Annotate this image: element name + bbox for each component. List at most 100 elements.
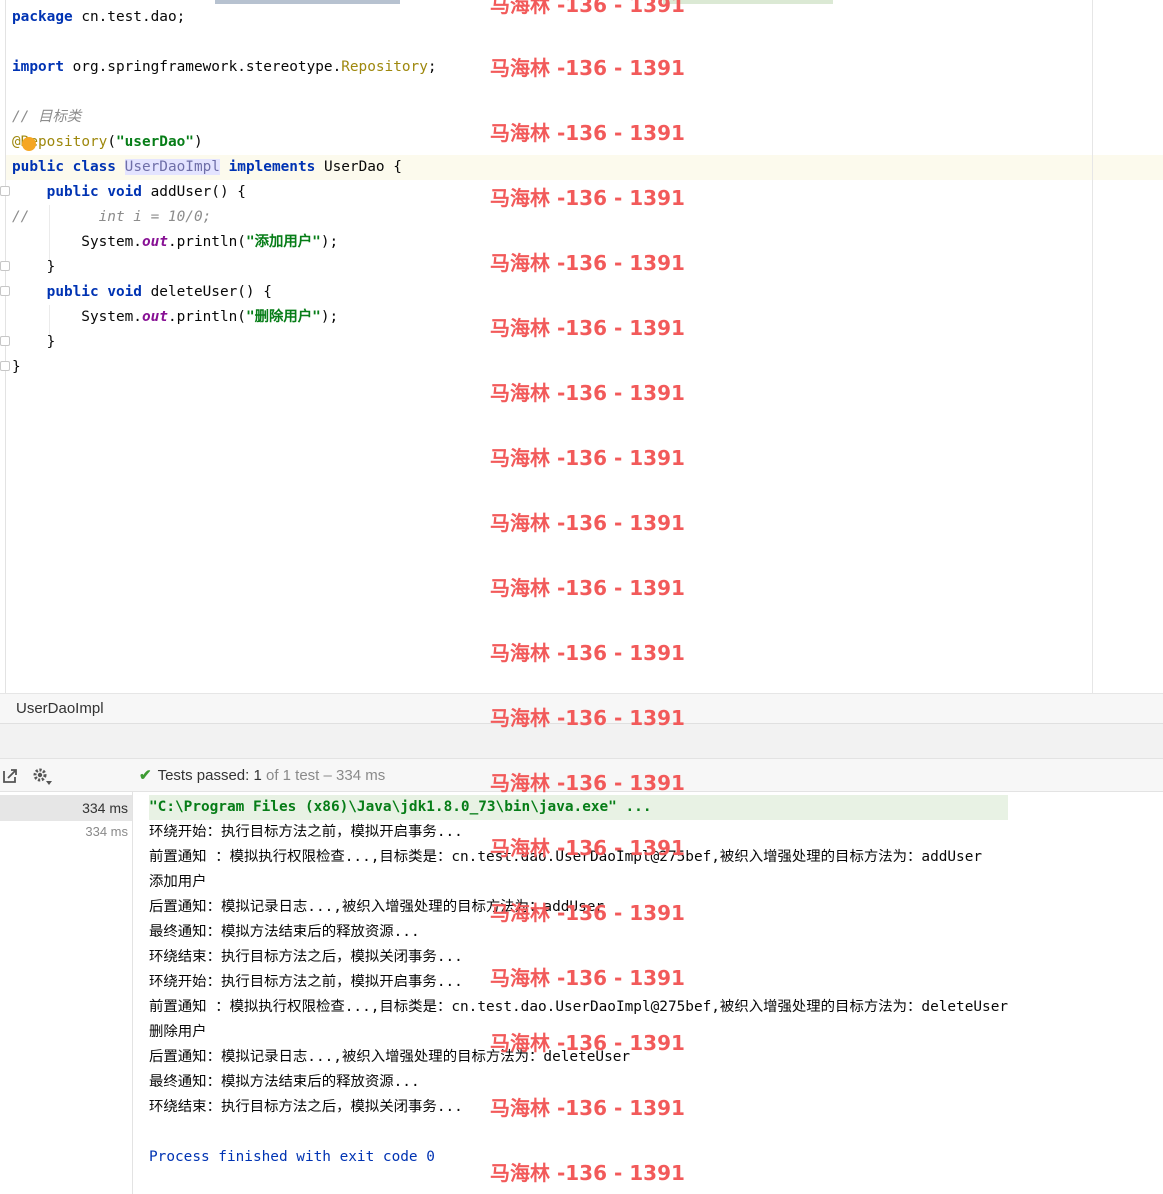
code-line: @Repository("userDao") [12, 130, 437, 155]
code-token: UserDaoImpl [124, 159, 220, 175]
fold-marker-icon[interactable] [0, 261, 10, 271]
gear-icon[interactable] [31, 766, 53, 786]
code-token: public [46, 284, 99, 300]
code-token: org.springframework.stereotype. [63, 59, 342, 75]
watermark-text: 马海林 -136 - 1391 [490, 1031, 685, 1055]
code-token: ); [320, 309, 339, 325]
code-token: @ [12, 134, 21, 150]
code-line: public void deleteUser() { [12, 280, 437, 305]
watermark-text: 马海林 -136 - 1391 [490, 381, 685, 405]
tests-total-label: of 1 test [265, 767, 320, 784]
code-token: deleteUser() { [141, 284, 272, 300]
code-token: implements [228, 159, 316, 175]
code-token: .println( [167, 309, 246, 325]
code-token: out [141, 234, 168, 250]
tests-passed-count: 1 [253, 767, 262, 784]
code-token: public [46, 184, 99, 200]
watermark-text: 马海林 -136 - 1391 [490, 511, 685, 535]
code-token: addUser() { [141, 184, 246, 200]
code-token: package [12, 9, 73, 25]
watermark-text: 马海林 -136 - 1391 [490, 446, 685, 470]
code-line: } [12, 330, 437, 355]
code-token: "添加用户" [245, 234, 321, 250]
code-line: public void addUser() { [12, 180, 437, 205]
code-token: import [12, 59, 64, 75]
code-token: cn.test.dao; [72, 9, 186, 25]
watermark-text: 马海林 -136 - 1391 [490, 56, 685, 80]
code-token: out [141, 309, 168, 325]
watermark-text: 马海林 -136 - 1391 [490, 251, 685, 275]
code-token: void [107, 284, 142, 300]
watermark-text: 马海林 -136 - 1391 [490, 706, 685, 730]
code-token: int i = 10/0; [29, 209, 212, 225]
fold-marker-icon[interactable] [0, 336, 10, 346]
code-token: } [12, 334, 56, 350]
code-token: ; [427, 59, 437, 75]
code-token: ) [193, 134, 203, 150]
code-line: System.out.println("添加用户"); [12, 230, 437, 255]
code-line: package cn.test.dao; [12, 5, 437, 30]
watermark-text: 马海林 -136 - 1391 [490, 576, 685, 600]
code-token: class [72, 159, 116, 175]
code-token: public [12, 159, 64, 175]
watermark-text: 马海林 -136 - 1391 [490, 1161, 685, 1185]
code-token: "userDao" [115, 134, 194, 150]
code-token: System. [12, 234, 142, 250]
breadcrumb-class[interactable]: UserDaoImpl [16, 700, 104, 717]
code-line: } [12, 255, 437, 280]
active-tab-indicator[interactable] [215, 0, 400, 4]
code-token: .println( [167, 234, 246, 250]
watermark-text: 马海林 -136 - 1391 [490, 186, 685, 210]
test-results-tree: 334 ms 334 ms [0, 792, 133, 1194]
code-token: // [12, 209, 30, 225]
editor-gutter [0, 0, 6, 693]
test-tree-row[interactable]: 334 ms [0, 819, 132, 845]
code-token: UserDao { [315, 159, 402, 175]
code-token: ( [107, 134, 116, 150]
code-token: "删除用户" [245, 309, 321, 325]
console-line: 最终通知：模拟方法结束后的释放资源... [149, 1074, 420, 1090]
tests-passed-label: Tests passed: [157, 767, 250, 784]
test-tree-row[interactable]: 334 ms [0, 795, 132, 821]
export-icon[interactable] [2, 768, 18, 784]
tests-duration: 334 ms [336, 767, 386, 784]
watermark-text: 马海林 -136 - 1391 [490, 1096, 685, 1120]
code-area[interactable]: package cn.test.dao; import org.springfr… [12, 5, 437, 380]
code-line: import org.springframework.stereotype.Re… [12, 55, 437, 80]
code-token: // 目标类 [12, 109, 82, 125]
separator: – [323, 767, 332, 784]
code-line: } [12, 355, 437, 380]
code-line: public class UserDaoImpl implements User… [12, 155, 437, 180]
console-line: 添加用户 [149, 874, 207, 890]
console-line: 前置通知 ：模拟执行权限检查...,目标类是：cn.test.dao.UserD… [149, 999, 1009, 1015]
lightbulb-icon[interactable] [22, 137, 36, 151]
fold-marker-icon[interactable] [0, 286, 10, 296]
code-line: System.out.println("删除用户"); [12, 305, 437, 330]
watermark-text: 马海林 -136 - 1391 [490, 316, 685, 340]
fold-marker-icon[interactable] [0, 361, 10, 371]
fold-marker-icon[interactable] [0, 186, 10, 196]
code-line: // 目标类 [12, 105, 437, 130]
console-command-line: "C:\Program Files (x86)\Java\jdk1.8.0_73… [149, 795, 1009, 820]
watermark-text: 马海林 -136 - 1391 [490, 836, 685, 860]
right-margin-guide [1092, 0, 1093, 693]
watermark-text: 马海林 -136 - 1391 [490, 966, 685, 990]
watermark-text: 马海林 -136 - 1391 [490, 901, 685, 925]
watermark-text: 马海林 -136 - 1391 [490, 641, 685, 665]
watermark-text: 马海林 -136 - 1391 [490, 771, 685, 795]
tab-indicator[interactable] [663, 0, 833, 4]
code-token: } [12, 359, 21, 375]
code-line: // int i = 10/0; [12, 205, 437, 230]
code-token: } [12, 259, 56, 275]
test-status: ✔ Tests passed: 1 of 1 test – 334 ms [139, 766, 385, 784]
check-icon: ✔ [139, 767, 152, 784]
code-token: void [107, 184, 142, 200]
